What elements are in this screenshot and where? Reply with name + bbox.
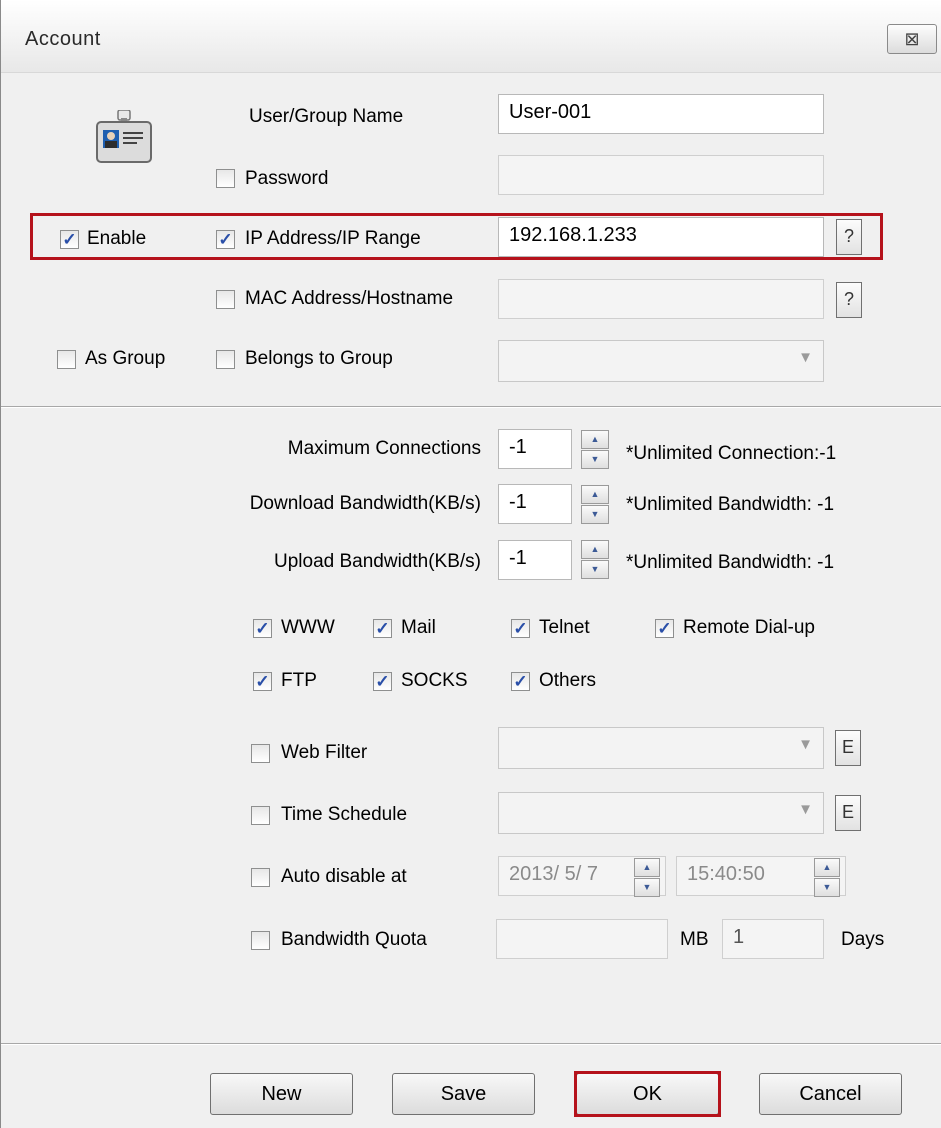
spin-down-icon[interactable]: ▼ (581, 560, 609, 579)
others-checkbox[interactable]: ✓ (511, 672, 530, 691)
bandwidth-quota-input[interactable] (496, 919, 668, 959)
download-bandwidth-label: Download Bandwidth(KB/s) (249, 493, 481, 514)
days-label: Days (841, 929, 885, 950)
time-schedule-label: Time Schedule (281, 804, 408, 825)
as-group-checkbox[interactable] (57, 350, 76, 369)
as-group-label: As Group (85, 348, 166, 369)
upload-bandwidth-spinner[interactable]: ▲ ▼ (581, 540, 611, 580)
save-button[interactable]: Save (392, 1073, 535, 1115)
spin-down-icon[interactable]: ▼ (814, 878, 840, 897)
remote-dialup-label: Remote Dial-up (683, 617, 815, 638)
password-input[interactable] (498, 155, 824, 195)
spin-up-icon[interactable]: ▲ (814, 858, 840, 877)
mac-help-button[interactable]: ? (836, 282, 862, 318)
max-connections-spinner[interactable]: ▲ ▼ (581, 430, 611, 470)
telnet-checkbox[interactable]: ✓ (511, 619, 530, 638)
title-bar: Account ⊠ (1, 0, 941, 73)
new-button[interactable]: New (210, 1073, 353, 1115)
ip-address-input[interactable]: 192.168.1.233 (498, 217, 824, 257)
ip-range-label: IP Address/IP Range (245, 228, 421, 249)
www-checkbox[interactable]: ✓ (253, 619, 272, 638)
spin-up-icon[interactable]: ▲ (581, 540, 609, 559)
belongs-to-group-checkbox[interactable] (216, 350, 235, 369)
quota-unit-label: MB (680, 929, 709, 950)
web-filter-select[interactable]: ▼ (498, 727, 824, 769)
spin-down-icon[interactable]: ▼ (581, 450, 609, 469)
download-bandwidth-hint: *Unlimited Bandwidth: -1 (626, 494, 835, 515)
bandwidth-quota-label: Bandwidth Quota (281, 929, 427, 950)
divider-bottom (1, 1043, 941, 1045)
spin-down-icon[interactable]: ▼ (634, 878, 660, 897)
others-label: Others (539, 670, 597, 691)
dialog-title: Account (25, 28, 101, 50)
socks-checkbox[interactable]: ✓ (373, 672, 392, 691)
quota-days-input[interactable]: 1 (722, 919, 824, 959)
web-filter-label: Web Filter (281, 742, 368, 763)
ip-help-button[interactable]: ? (836, 219, 862, 255)
divider-top (1, 406, 941, 408)
ip-range-checkbox[interactable]: ✓ (216, 230, 235, 249)
password-checkbox[interactable] (216, 169, 235, 188)
download-bandwidth-spinner[interactable]: ▲ ▼ (581, 485, 611, 525)
belongs-to-group-label: Belongs to Group (245, 348, 393, 369)
ftp-label: FTP (281, 670, 317, 691)
telnet-label: Telnet (539, 617, 590, 638)
mail-label: Mail (401, 617, 436, 638)
time-schedule-edit-button[interactable]: E (835, 795, 861, 831)
chevron-down-icon: ▼ (798, 801, 813, 818)
max-connections-label: Maximum Connections (287, 438, 481, 459)
account-dialog: Account ⊠ User/Group Name User-001 Passw… (0, 0, 941, 1128)
max-connections-input[interactable]: -1 (498, 429, 572, 469)
auto-disable-checkbox[interactable] (251, 868, 270, 887)
upload-bandwidth-hint: *Unlimited Bandwidth: -1 (626, 552, 835, 573)
mac-checkbox[interactable] (216, 290, 235, 309)
upload-bandwidth-label: Upload Bandwidth(KB/s) (274, 551, 481, 572)
www-label: WWW (281, 617, 335, 638)
close-button[interactable]: ⊠ (887, 24, 937, 54)
time-spinner[interactable]: ▲ ▼ (814, 858, 844, 898)
date-spinner[interactable]: ▲ ▼ (634, 858, 664, 898)
max-connections-hint: *Unlimited Connection:-1 (626, 443, 837, 464)
user-group-name-label: User/Group Name (249, 106, 404, 127)
web-filter-checkbox[interactable] (251, 744, 270, 763)
enable-checkbox[interactable]: ✓ (60, 230, 79, 249)
web-filter-edit-button[interactable]: E (835, 730, 861, 766)
remote-dialup-checkbox[interactable]: ✓ (655, 619, 674, 638)
cancel-button[interactable]: Cancel (759, 1073, 902, 1115)
spin-down-icon[interactable]: ▼ (581, 505, 609, 524)
mail-checkbox[interactable]: ✓ (373, 619, 392, 638)
spin-up-icon[interactable]: ▲ (581, 485, 609, 504)
account-badge-icon (96, 110, 152, 163)
ftp-checkbox[interactable]: ✓ (253, 672, 272, 691)
mac-label: MAC Address/Hostname (245, 288, 454, 309)
chevron-down-icon: ▼ (798, 736, 813, 753)
chevron-down-icon: ▼ (798, 349, 813, 366)
time-schedule-select[interactable]: ▼ (498, 792, 824, 834)
user-group-name-input[interactable]: User-001 (498, 94, 824, 134)
mac-input[interactable] (498, 279, 824, 319)
enable-label: Enable (87, 228, 147, 249)
spin-up-icon[interactable]: ▲ (634, 858, 660, 877)
download-bandwidth-input[interactable]: -1 (498, 484, 572, 524)
time-schedule-checkbox[interactable] (251, 806, 270, 825)
group-select[interactable]: ▼ (498, 340, 824, 382)
bandwidth-quota-checkbox[interactable] (251, 931, 270, 950)
spin-up-icon[interactable]: ▲ (581, 430, 609, 449)
ok-button-highlight (574, 1071, 721, 1117)
socks-label: SOCKS (401, 670, 468, 691)
upload-bandwidth-input[interactable]: -1 (498, 540, 572, 580)
password-label: Password (245, 168, 329, 189)
auto-disable-label: Auto disable at (281, 866, 407, 887)
